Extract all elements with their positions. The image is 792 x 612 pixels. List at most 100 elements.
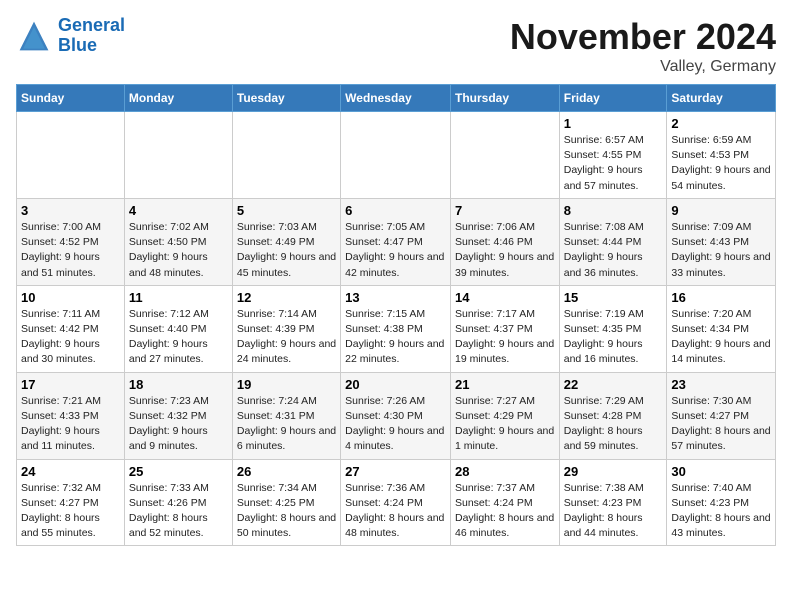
day-number: 7 [455,203,555,218]
day-info: Sunrise: 7:33 AM Sunset: 4:26 PM Dayligh… [129,481,228,542]
cell-w1-d2 [124,112,232,199]
cell-w2-d7: 9 Sunrise: 7:09 AM Sunset: 4:43 PM Daylig… [667,198,776,285]
day-number: 3 [21,203,120,218]
cell-w2-d3: 5 Sunrise: 7:03 AM Sunset: 4:49 PM Daylig… [232,198,340,285]
week-row-5: 24 Sunrise: 7:32 AM Sunset: 4:27 PM Dayli… [17,459,776,546]
day-info: Sunrise: 7:14 AM Sunset: 4:39 PM Dayligh… [237,307,336,368]
day-number: 4 [129,203,228,218]
cell-w4-d4: 20 Sunrise: 7:26 AM Sunset: 4:30 PM Dayli… [341,372,451,459]
day-info: Sunrise: 7:09 AM Sunset: 4:43 PM Dayligh… [671,220,771,281]
day-info: Sunrise: 7:26 AM Sunset: 4:30 PM Dayligh… [345,394,446,455]
day-number: 20 [345,377,446,392]
day-info: Sunrise: 7:37 AM Sunset: 4:24 PM Dayligh… [455,481,555,542]
cell-w4-d2: 18 Sunrise: 7:23 AM Sunset: 4:32 PM Dayli… [124,372,232,459]
day-info: Sunrise: 7:30 AM Sunset: 4:27 PM Dayligh… [671,394,771,455]
day-info: Sunrise: 7:02 AM Sunset: 4:50 PM Dayligh… [129,220,228,281]
week-row-4: 17Sunrise: 7:21 AM Sunset: 4:33 PM Dayli… [17,372,776,459]
header-tuesday: Tuesday [232,85,340,112]
header-sunday: Sunday [17,85,125,112]
cell-w2-d4: 6 Sunrise: 7:05 AM Sunset: 4:47 PM Daylig… [341,198,451,285]
day-info: Sunrise: 7:15 AM Sunset: 4:38 PM Dayligh… [345,307,446,368]
day-number: 18 [129,377,228,392]
cell-w1-d1 [17,112,125,199]
day-number: 26 [237,464,336,479]
cell-w5-d4: 27 Sunrise: 7:36 AM Sunset: 4:24 PM Dayli… [341,459,451,546]
day-number: 23 [671,377,771,392]
week-row-3: 10Sunrise: 7:11 AM Sunset: 4:42 PM Dayli… [17,285,776,372]
cell-w4-d6: 22 Sunrise: 7:29 AM Sunset: 4:28 PM Dayli… [559,372,667,459]
cell-w5-d1: 24 Sunrise: 7:32 AM Sunset: 4:27 PM Dayli… [17,459,125,546]
day-number: 1 [564,116,663,131]
cell-w3-d3: 12Sunrise: 7:14 AM Sunset: 4:39 PM Dayli… [232,285,340,372]
day-number: 21 [455,377,555,392]
cell-w3-d4: 13 Sunrise: 7:15 AM Sunset: 4:38 PM Dayli… [341,285,451,372]
day-info: Sunrise: 7:32 AM Sunset: 4:27 PM Dayligh… [21,481,120,542]
logo-icon [16,18,52,54]
cell-w3-d6: 15Sunrise: 7:19 AM Sunset: 4:35 PM Dayli… [559,285,667,372]
header-wednesday: Wednesday [341,85,451,112]
title-block: November 2024 Valley, Germany [510,16,776,76]
day-info: Sunrise: 7:08 AM Sunset: 4:44 PM Dayligh… [564,220,663,281]
cell-w3-d5: 14 Sunrise: 7:17 AM Sunset: 4:37 PM Dayli… [450,285,559,372]
cell-w1-d7: 2 Sunrise: 6:59 AM Sunset: 4:53 PM Daylig… [667,112,776,199]
logo-line1: General [58,15,125,35]
day-info: Sunrise: 7:05 AM Sunset: 4:47 PM Dayligh… [345,220,446,281]
day-number: 25 [129,464,228,479]
day-info: Sunrise: 7:36 AM Sunset: 4:24 PM Dayligh… [345,481,446,542]
day-number: 8 [564,203,663,218]
cell-w3-d2: 11 Sunrise: 7:12 AM Sunset: 4:40 PM Dayli… [124,285,232,372]
cell-w1-d5 [450,112,559,199]
cell-w2-d5: 7 Sunrise: 7:06 AM Sunset: 4:46 PM Daylig… [450,198,559,285]
cell-w5-d5: 28 Sunrise: 7:37 AM Sunset: 4:24 PM Dayli… [450,459,559,546]
day-info: Sunrise: 7:34 AM Sunset: 4:25 PM Dayligh… [237,481,336,542]
day-info: Sunrise: 7:03 AM Sunset: 4:49 PM Dayligh… [237,220,336,281]
week-row-2: 3 Sunrise: 7:00 AM Sunset: 4:52 PM Daylig… [17,198,776,285]
day-number: 13 [345,290,446,305]
day-info: Sunrise: 7:24 AM Sunset: 4:31 PM Dayligh… [237,394,336,455]
day-number: 24 [21,464,120,479]
month-title: November 2024 [510,16,776,58]
day-number: 16 [671,290,771,305]
cell-w1-d3 [232,112,340,199]
page-header: General Blue November 2024 Valley, Germa… [16,16,776,76]
day-info: Sunrise: 7:00 AM Sunset: 4:52 PM Dayligh… [21,220,120,281]
cell-w4-d3: 19Sunrise: 7:24 AM Sunset: 4:31 PM Dayli… [232,372,340,459]
location-subtitle: Valley, Germany [510,58,776,76]
day-info: Sunrise: 7:21 AM Sunset: 4:33 PM Dayligh… [21,394,120,455]
day-number: 15 [564,290,663,305]
cell-w5-d3: 26 Sunrise: 7:34 AM Sunset: 4:25 PM Dayli… [232,459,340,546]
day-number: 30 [671,464,771,479]
day-number: 28 [455,464,555,479]
day-info: Sunrise: 7:12 AM Sunset: 4:40 PM Dayligh… [129,307,228,368]
day-info: Sunrise: 7:17 AM Sunset: 4:37 PM Dayligh… [455,307,555,368]
day-number: 11 [129,290,228,305]
logo: General Blue [16,16,125,56]
header-saturday: Saturday [667,85,776,112]
day-info: Sunrise: 7:29 AM Sunset: 4:28 PM Dayligh… [564,394,663,455]
cell-w4-d1: 17Sunrise: 7:21 AM Sunset: 4:33 PM Dayli… [17,372,125,459]
cell-w2-d6: 8 Sunrise: 7:08 AM Sunset: 4:44 PM Daylig… [559,198,667,285]
day-number: 29 [564,464,663,479]
day-number: 14 [455,290,555,305]
cell-w2-d1: 3 Sunrise: 7:00 AM Sunset: 4:52 PM Daylig… [17,198,125,285]
day-info: Sunrise: 6:59 AM Sunset: 4:53 PM Dayligh… [671,133,771,194]
cell-w4-d7: 23 Sunrise: 7:30 AM Sunset: 4:27 PM Dayli… [667,372,776,459]
header-monday: Monday [124,85,232,112]
day-info: Sunrise: 7:27 AM Sunset: 4:29 PM Dayligh… [455,394,555,455]
day-number: 9 [671,203,771,218]
day-number: 27 [345,464,446,479]
cell-w1-d4 [341,112,451,199]
day-number: 2 [671,116,771,131]
logo-text: General Blue [58,16,125,56]
day-number: 5 [237,203,336,218]
cell-w5-d7: 30Sunrise: 7:40 AM Sunset: 4:23 PM Dayli… [667,459,776,546]
day-number: 6 [345,203,446,218]
day-info: Sunrise: 7:06 AM Sunset: 4:46 PM Dayligh… [455,220,555,281]
cell-w3-d7: 16 Sunrise: 7:20 AM Sunset: 4:34 PM Dayli… [667,285,776,372]
day-number: 22 [564,377,663,392]
header-friday: Friday [559,85,667,112]
day-info: Sunrise: 7:20 AM Sunset: 4:34 PM Dayligh… [671,307,771,368]
day-info: Sunrise: 7:11 AM Sunset: 4:42 PM Dayligh… [21,307,120,368]
calendar-table: SundayMondayTuesdayWednesdayThursdayFrid… [16,84,776,546]
day-info: Sunrise: 7:23 AM Sunset: 4:32 PM Dayligh… [129,394,228,455]
